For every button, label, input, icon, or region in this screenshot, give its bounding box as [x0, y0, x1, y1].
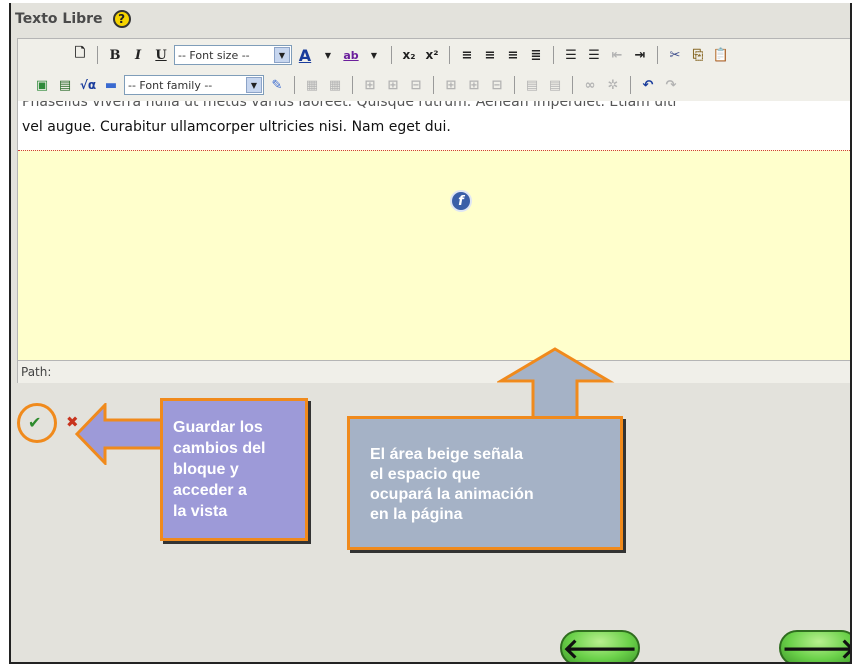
editor-content-area[interactable]: Phasellus viverra nulla ut metus varius …	[18, 101, 850, 150]
font-size-value: -- Font size --	[178, 48, 250, 62]
arrow-left-icon: 🡐	[562, 632, 638, 664]
save-checkmark-icon[interactable]: ✔	[28, 413, 41, 432]
next-button[interactable]: 🡒	[779, 630, 852, 664]
toolbar-separator	[449, 46, 450, 64]
merge-cells-icon[interactable]: ▤	[522, 75, 542, 95]
app-frame: Texto Libre ? 🗋 B I U -- Font size -- ▼ …	[9, 3, 852, 664]
align-center-icon[interactable]: ≡	[480, 45, 500, 65]
copy-icon[interactable]: ⎘	[688, 45, 708, 65]
editor-toolbar-top: 🗋 B I U -- Font size -- ▼ A ▼ ab ▼ x₂ x²…	[18, 42, 850, 68]
chevron-down-icon: ▼	[246, 77, 262, 93]
underline-button[interactable]: U	[151, 45, 171, 65]
font-size-select[interactable]: -- Font size -- ▼	[174, 45, 292, 65]
arrow-right-icon: 🡒	[781, 632, 852, 664]
insert-image-icon[interactable]: ▣	[32, 75, 52, 95]
flash-callout-line: El área beige señala	[370, 446, 523, 463]
path-label: Path:	[21, 365, 52, 379]
toolbar-separator	[294, 76, 295, 94]
redo-icon[interactable]: ↷	[661, 75, 681, 95]
toolbar-separator	[572, 76, 573, 94]
block-title: Texto Libre ?	[15, 8, 131, 30]
font-family-select[interactable]: -- Font family -- ▼	[124, 75, 264, 95]
flash-icon[interactable]: f	[450, 190, 472, 212]
cut-icon[interactable]: ✂	[665, 45, 685, 65]
insert-row-after-icon[interactable]: ⊞	[383, 75, 403, 95]
save-callout-line: bloque y	[173, 461, 239, 478]
callout-arrow-left	[75, 403, 165, 465]
flash-callout-line: el espacio que	[370, 466, 481, 483]
numbered-list-icon[interactable]: ☰	[584, 45, 604, 65]
insert-formula-icon[interactable]: √α	[78, 75, 98, 95]
toolbar-separator	[433, 76, 434, 94]
superscript-button[interactable]: x²	[422, 45, 442, 65]
content-text-partial: Phasellus viverra nulla ut metus varius …	[22, 101, 679, 110]
insert-col-before-icon[interactable]: ⊞	[441, 75, 461, 95]
font-family-value: -- Font family --	[128, 78, 213, 92]
indent-icon[interactable]: ⇥	[630, 45, 650, 65]
save-callout-line: Guardar los	[173, 419, 263, 436]
table-props-icon[interactable]: ▦	[302, 75, 322, 95]
chevron-down-icon[interactable]: ▼	[318, 45, 338, 65]
save-callout-line: acceder a	[173, 482, 247, 499]
horizontal-rule-icon[interactable]: ▬	[101, 75, 121, 95]
paste-icon[interactable]: 📋	[711, 45, 731, 65]
highlight-color-button[interactable]: ab	[341, 45, 361, 65]
toolbar-separator	[97, 46, 98, 64]
undo-icon[interactable]: ↶	[638, 75, 658, 95]
insert-media-icon[interactable]: ▤	[55, 75, 75, 95]
align-left-icon[interactable]: ≡	[457, 45, 477, 65]
toolbar-separator	[391, 46, 392, 64]
align-right-icon[interactable]: ≡	[503, 45, 523, 65]
save-callout-line: la vista	[173, 503, 228, 520]
flash-callout-line: ocupará la animación	[370, 486, 534, 503]
bold-button[interactable]: B	[105, 45, 125, 65]
previous-button[interactable]: 🡐	[560, 630, 640, 664]
toolbar-separator	[630, 76, 631, 94]
unlink-icon[interactable]: ✲	[603, 75, 623, 95]
insert-row-before-icon[interactable]: ⊞	[360, 75, 380, 95]
help-icon[interactable]: ?	[112, 10, 131, 28]
toolbar-separator	[514, 76, 515, 94]
outdent-icon[interactable]: ⇤	[607, 45, 627, 65]
bullet-list-icon[interactable]: ☰	[561, 45, 581, 65]
callout-arrow-up	[497, 347, 615, 421]
new-document-icon[interactable]: 🗋	[70, 45, 90, 65]
path-bar: Path:	[18, 360, 850, 383]
content-text: vel augue. Curabitur ullamcorper ultrici…	[22, 119, 451, 135]
editor-toolbar-bottom: ▣ ▤ √α ▬ -- Font family -- ▼ ✎ ▦ ▦ ⊞ ⊞ ⊟…	[18, 72, 850, 98]
toolbar-separator	[657, 46, 658, 64]
delete-row-icon[interactable]: ⊟	[406, 75, 426, 95]
flash-callout: El área beige señala el espacio que ocup…	[347, 416, 623, 550]
edit-style-icon[interactable]: ✎	[267, 75, 287, 95]
save-callout: Guardar los cambios del bloque y acceder…	[160, 398, 308, 541]
split-cells-icon[interactable]: ▤	[545, 75, 565, 95]
flash-placeholder-area[interactable]	[18, 150, 850, 360]
block-title-text: Texto Libre	[15, 11, 103, 27]
italic-button[interactable]: I	[128, 45, 148, 65]
save-callout-line: cambios del	[173, 440, 266, 457]
chevron-down-icon: ▼	[274, 47, 290, 63]
toolbar-separator	[553, 46, 554, 64]
insert-col-after-icon[interactable]: ⊞	[464, 75, 484, 95]
delete-col-icon[interactable]: ⊟	[487, 75, 507, 95]
align-justify-icon[interactable]: ≣	[526, 45, 546, 65]
link-icon[interactable]: ∞	[580, 75, 600, 95]
subscript-button[interactable]: x₂	[399, 45, 419, 65]
rich-text-editor: 🗋 B I U -- Font size -- ▼ A ▼ ab ▼ x₂ x²…	[17, 38, 850, 383]
flash-callout-line: en la página	[370, 506, 463, 523]
toolbar-separator	[352, 76, 353, 94]
font-color-button[interactable]: A	[295, 45, 315, 65]
table-cell-icon[interactable]: ▦	[325, 75, 345, 95]
chevron-down-icon[interactable]: ▼	[364, 45, 384, 65]
